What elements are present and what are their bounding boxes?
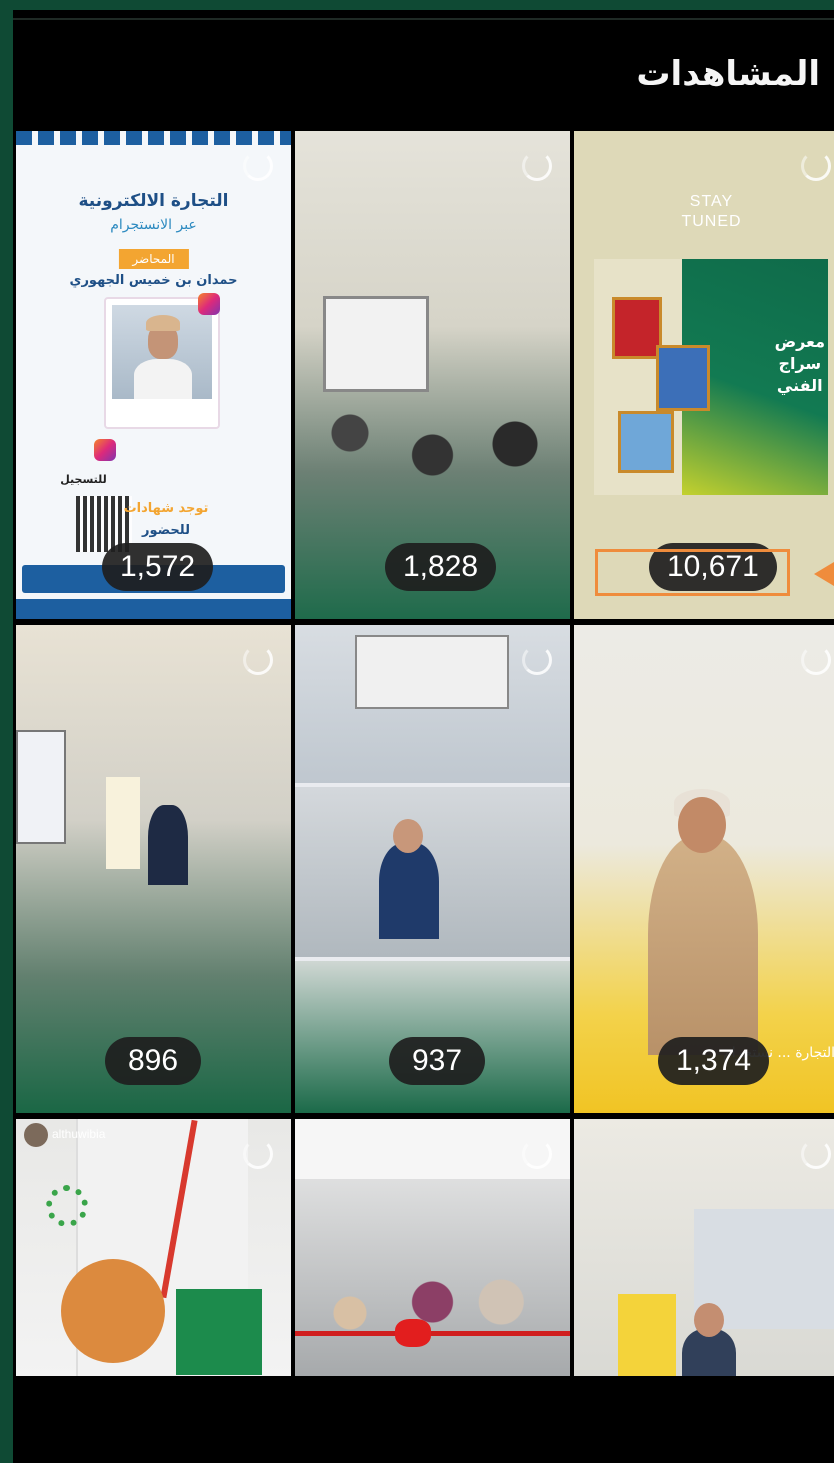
poster-cert: توجد شهادات [123, 501, 209, 516]
poster-name: حمدان بن خميس الجهوري [69, 273, 238, 288]
story-tile-classroom[interactable]: 1,828 [295, 131, 570, 619]
poster-attend: للحضور [141, 523, 190, 538]
loading-spinner-icon [801, 151, 831, 181]
view-count-badge: 937 [389, 1037, 485, 1085]
poster-register: للتسجيل [60, 473, 107, 486]
loading-spinner-icon [243, 151, 273, 181]
loading-spinner-icon [801, 1139, 831, 1169]
poster-tag: المحاضر [118, 249, 189, 269]
story-tile-ecommerce[interactable]: التجارة الالكترونية عبر الانستجرام المحا… [16, 131, 291, 619]
story-tile-speaker[interactable]: التجارة ... نستجرام 1,374 [574, 625, 834, 1113]
instagram-icon [94, 439, 116, 461]
page-title: المشاهدات [636, 54, 820, 94]
exhibition-title: معرض سراج الفني [774, 332, 825, 395]
view-count-badge: 1,374 [658, 1037, 770, 1085]
instagram-icon [198, 293, 220, 315]
story-tile-collage[interactable]: 937 [295, 625, 570, 1113]
divider [13, 18, 834, 20]
highlight-box [595, 549, 790, 596]
username: althuwibia [52, 1127, 106, 1141]
bottom-bar [13, 1376, 834, 1463]
instagram-post-frame [104, 297, 220, 429]
loading-spinner-icon [243, 1139, 273, 1169]
story-tile-ribbon-cutting[interactable] [295, 1119, 570, 1377]
loading-spinner-icon [522, 151, 552, 181]
loading-spinner-icon [801, 645, 831, 675]
poster-subtitle: عبر الانستجرام [110, 217, 197, 233]
story-tile-exhibition[interactable]: STAY TUNED معرض سراج الفني 10,671 [574, 131, 834, 619]
view-count-badge: 1,828 [385, 543, 497, 591]
stay-text: STAY [689, 193, 734, 210]
story-tile-lecture[interactable] [574, 1119, 834, 1377]
loading-spinner-icon [522, 645, 552, 675]
loading-spinner-icon [243, 645, 273, 675]
pointer-arrow-icon [814, 562, 834, 586]
poster-title: التجارة الالكترونية [78, 191, 229, 211]
view-count-badge: 896 [105, 1037, 201, 1085]
tuned-text: TUNED [681, 213, 742, 230]
view-count-badge: 1,572 [102, 543, 214, 591]
avatar [24, 1123, 48, 1147]
touch-indicator [61, 1259, 165, 1363]
story-tile-workshop[interactable]: 896 [16, 625, 291, 1113]
views-screen: المشاهدات التجارة الالكترونية عبر الانست… [13, 10, 834, 1463]
loading-spinner-icon [522, 1139, 552, 1169]
